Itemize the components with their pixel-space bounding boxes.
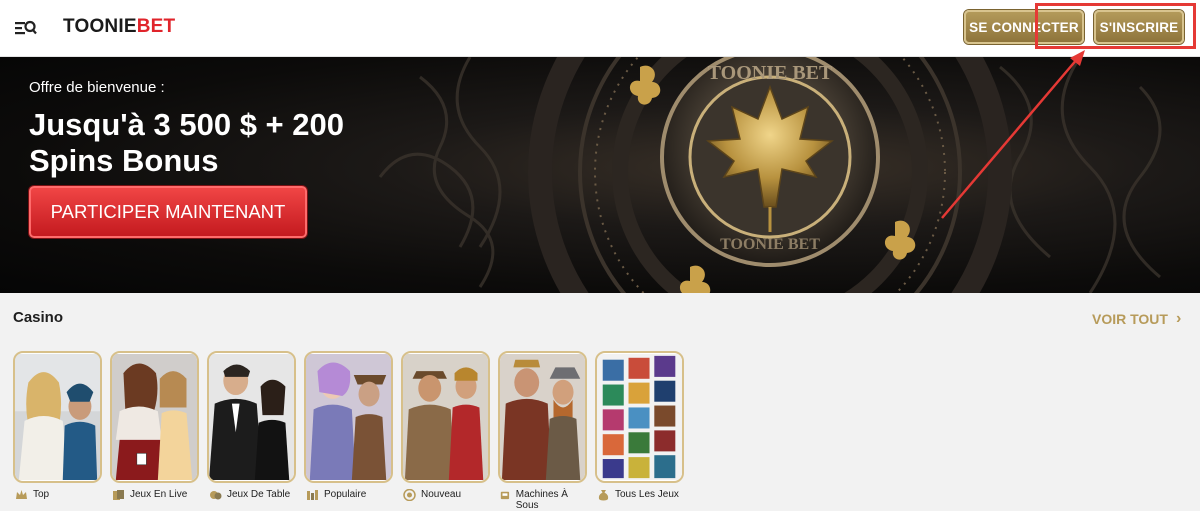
- category-card-slots[interactable]: [498, 351, 587, 483]
- category-label: Tous Les Jeux: [615, 489, 679, 500]
- game-grid-artwork: [597, 353, 682, 481]
- brand-logo[interactable]: TOONIEBET: [63, 16, 175, 38]
- register-button[interactable]: S'INSCRIRE: [1094, 10, 1184, 44]
- adventurers-artwork: [403, 353, 488, 481]
- logo-accent: BET: [136, 16, 176, 37]
- join-now-button[interactable]: PARTICIPER MAINTENANT: [29, 186, 307, 238]
- chevron-right-icon: ›: [1175, 310, 1182, 327]
- top-bar: TOONIEBET SE CONNECTER S'INSCRIRE: [0, 0, 1200, 57]
- category-card-table-games[interactable]: [207, 351, 296, 483]
- category-label: Jeux De Table: [227, 489, 291, 500]
- slot-machine-icon: [500, 491, 510, 500]
- new-badge-icon: [403, 489, 416, 501]
- category-popular[interactable]: Populaire: [306, 489, 366, 501]
- heroes-artwork: [306, 353, 391, 481]
- trophy-icon: [307, 490, 318, 500]
- category-table-games[interactable]: Jeux De Table: [209, 489, 290, 501]
- category-label: Jeux En Live: [130, 489, 188, 500]
- offer-title: Jusqu'à 3 500 $ + 200 Spins Bonus: [29, 107, 344, 178]
- warriors-artwork: [500, 353, 585, 481]
- see-all-link[interactable]: VOIR TOUT ›: [1092, 310, 1181, 328]
- category-card-live-games[interactable]: [110, 351, 199, 483]
- section-title: Casino: [13, 309, 64, 326]
- cards-icon: [113, 490, 124, 500]
- category-slots[interactable]: Machines À Sous: [500, 489, 580, 511]
- see-all-label: VOIR TOUT: [1092, 311, 1168, 327]
- category-card-top[interactable]: [13, 351, 102, 483]
- welcome-banner[interactable]: TOONIE BET TOONIE BET Offre de bienvenue…: [0, 57, 1200, 293]
- chips-icon: [210, 491, 222, 500]
- crown-icon: [16, 490, 27, 499]
- offer-label: Offre de bienvenue :: [29, 79, 165, 96]
- goddess-artwork: [15, 353, 100, 481]
- category-label: Top: [33, 489, 50, 500]
- category-top[interactable]: Top: [15, 489, 49, 501]
- category-all-games[interactable]: Tous Les Jeux: [597, 489, 679, 501]
- coin-text-bottom: TOONIE BET: [720, 236, 820, 253]
- category-label: Nouveau: [421, 489, 462, 500]
- login-button[interactable]: SE CONNECTER: [964, 10, 1084, 44]
- table-dealers-artwork: [209, 353, 294, 481]
- live-dealers-artwork: [112, 353, 197, 481]
- category-new[interactable]: Nouveau: [403, 489, 461, 501]
- category-live-games[interactable]: Jeux En Live: [112, 489, 187, 501]
- category-label: Populaire: [324, 489, 367, 500]
- menu-search-icon[interactable]: [14, 17, 38, 39]
- category-card-popular[interactable]: [304, 351, 393, 483]
- logo-main: TOONIE: [63, 16, 137, 37]
- category-card-new[interactable]: [401, 351, 490, 483]
- category-card-all-games[interactable]: [595, 351, 684, 483]
- category-label: Machines À Sous: [515, 489, 568, 511]
- money-bag-icon: [598, 490, 609, 501]
- coin-text-top: TOONIE BET: [708, 62, 833, 84]
